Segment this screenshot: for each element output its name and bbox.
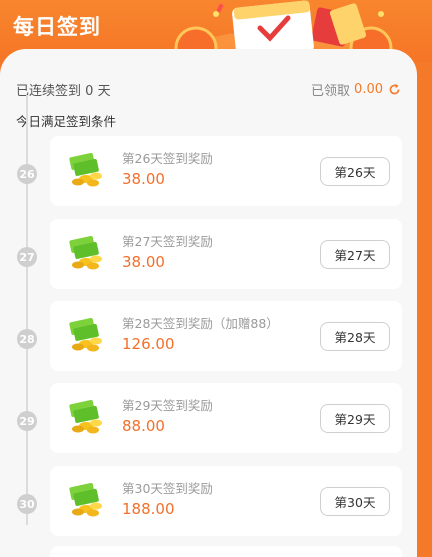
money-coins-icon	[69, 483, 102, 517]
reward-amount: 38.00	[122, 170, 165, 188]
refresh-icon[interactable]	[388, 83, 401, 96]
day-button-28[interactable]: 第28天	[320, 322, 390, 351]
day-marker-30: 30	[17, 494, 37, 514]
money-coins-icon	[69, 318, 102, 352]
reward-item-partial	[50, 546, 402, 557]
reward-name: 第27天签到奖励	[122, 234, 213, 249]
day-button-30[interactable]: 第30天	[320, 487, 390, 516]
streak-summary: 已连续签到 0 天	[16, 80, 111, 99]
reward-amount: 38.00	[122, 253, 165, 271]
claimed-summary[interactable]: 已领取 0.00	[311, 80, 401, 99]
streak-count: 0	[85, 84, 94, 99]
reward-item: 第29天签到奖励 88.00 第29天	[50, 383, 402, 453]
claimed-amount: 0.00	[354, 82, 383, 97]
reward-amount: 126.00	[122, 335, 175, 353]
day-marker-29: 29	[17, 411, 37, 431]
reward-amount: 188.00	[122, 500, 175, 518]
reward-amount: 88.00	[122, 417, 165, 435]
streak-unit: 天	[97, 84, 111, 99]
day-button-26[interactable]: 第26天	[320, 157, 390, 186]
reward-name: 第29天签到奖励	[122, 398, 213, 413]
page-title: 每日签到	[13, 15, 101, 39]
day-marker-28: 28	[17, 329, 37, 349]
day-marker-27: 27	[17, 247, 37, 267]
day-button-29[interactable]: 第29天	[320, 404, 390, 433]
money-coins-icon	[69, 400, 102, 434]
reward-item: 第30天签到奖励 188.00 第30天	[50, 466, 402, 536]
claimed-label: 已领取	[311, 84, 351, 99]
day-button-27[interactable]: 第27天	[320, 240, 390, 269]
reward-item: 第27天签到奖励 38.00 第27天	[50, 219, 402, 289]
condition-text: 今日满足签到条件	[16, 114, 117, 129]
reward-name: 第28天签到奖励（加赠88）	[122, 316, 279, 331]
money-coins-icon	[69, 236, 102, 270]
reward-item: 第26天签到奖励 38.00 第26天	[50, 136, 402, 206]
reward-name: 第30天签到奖励	[122, 481, 213, 496]
timeline-line	[26, 95, 28, 525]
reward-item: 第28天签到奖励（加赠88） 126.00 第28天	[50, 301, 402, 371]
reward-name: 第26天签到奖励	[122, 151, 213, 166]
money-coins-icon	[69, 153, 102, 187]
day-marker-26: 26	[17, 164, 37, 184]
